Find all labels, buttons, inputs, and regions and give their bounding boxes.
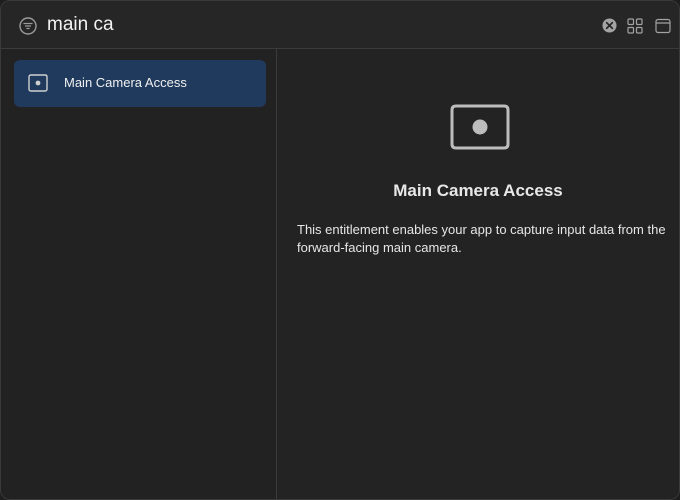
- entitlement-detail-panel: Main Camera Access This entitlement enab…: [277, 49, 679, 499]
- camera-viewfinder-icon: [450, 104, 510, 150]
- search-bar: [1, 1, 679, 49]
- grid-view-icon[interactable]: [627, 18, 643, 34]
- window-view-icon[interactable]: [655, 18, 671, 34]
- clear-icon[interactable]: [602, 18, 617, 33]
- sidebar-item-main-camera-access[interactable]: Main Camera Access: [14, 60, 266, 107]
- filter-icon[interactable]: [19, 17, 37, 35]
- entitlement-list-sidebar: Main Camera Access: [1, 49, 277, 499]
- detail-title: Main Camera Access: [393, 181, 563, 200]
- sidebar-item-label: Main Camera Access: [64, 75, 187, 90]
- search-input[interactable]: [47, 11, 567, 39]
- camera-viewfinder-icon: [28, 74, 48, 92]
- detail-description: This entitlement enables your app to cap…: [297, 222, 666, 255]
- entitlement-picker-window: Main Camera Access Main Camera Access Th…: [0, 0, 680, 500]
